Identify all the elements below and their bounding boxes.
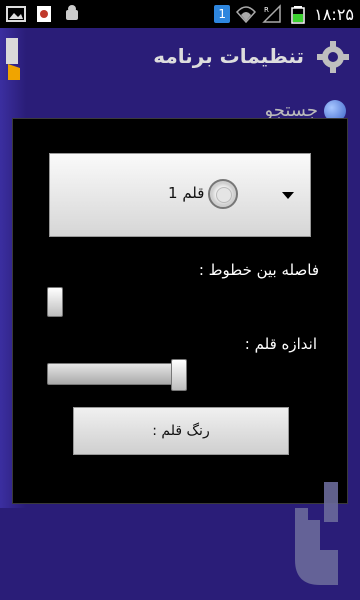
gear-icon[interactable] (316, 40, 350, 74)
image-icon (6, 6, 26, 22)
app-header: تنظیمات برنامه (0, 28, 360, 88)
wifi-icon (236, 6, 257, 24)
clock: ۱۸:۲۵ (314, 4, 354, 24)
signal-icon: R (262, 4, 281, 23)
pen-size-slider[interactable] (47, 363, 185, 385)
pen-size-slider-thumb[interactable] (171, 359, 187, 391)
pen-size-label: اندازه قلم : (244, 335, 317, 353)
line-spacing-label: فاصله بین خطوط : (198, 261, 319, 279)
status-bar: 1 R ۱۸:۲۵ (0, 0, 360, 28)
sim-badge: 1 (214, 5, 231, 23)
dropdown-arrow-icon (282, 192, 294, 199)
pen-color-button[interactable]: رنگ قلم : (73, 407, 289, 455)
pen-spinner-label: قلم 1 (168, 184, 205, 202)
line-spacing-slider-thumb[interactable] (47, 287, 63, 317)
app-logo-icon (295, 482, 338, 585)
page-title: تنظیمات برنامه (153, 44, 304, 68)
pen-spinner[interactable]: قلم 1 (49, 153, 311, 237)
pen-radio-icon (208, 179, 238, 209)
android-icon (66, 5, 78, 20)
pen-settings-dialog: قلم 1 فاصله بین خطوط : اندازه قلم : رنگ … (12, 118, 348, 504)
svg-text:R: R (264, 6, 269, 14)
battery-icon (291, 6, 305, 24)
app-notification-icon (37, 6, 51, 22)
